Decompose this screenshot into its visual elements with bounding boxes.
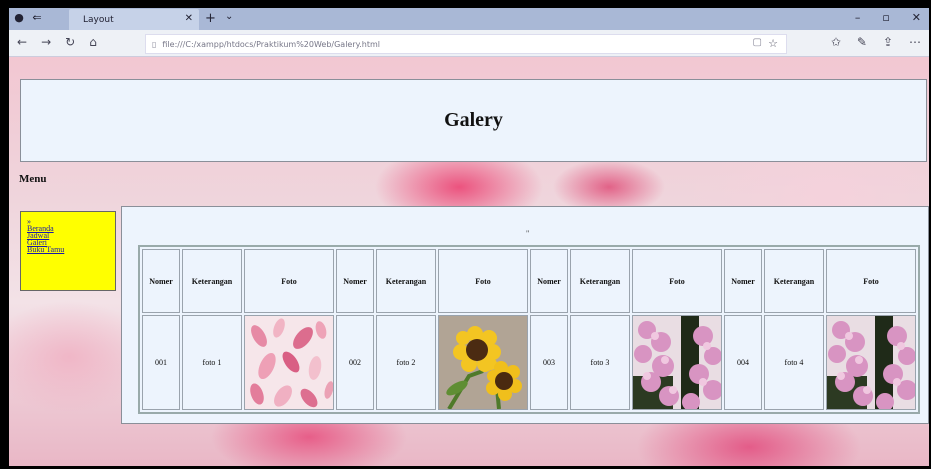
page-header: Galery — [20, 79, 927, 162]
photo-cell — [244, 315, 334, 410]
title-bar: ● ⇐ Layout ✕ + ⌄ – ▫ ✕ — [9, 8, 929, 30]
profile-icon[interactable]: ● — [13, 12, 25, 24]
header-nomer: Nomer — [530, 249, 568, 313]
photo-cell — [826, 315, 916, 410]
tab-title: Layout — [83, 14, 114, 25]
new-tab-icon[interactable]: + — [205, 11, 216, 26]
gallery-table: Nomer Keterangan Foto Nomer Keterangan F… — [138, 245, 920, 414]
photo-cell — [438, 315, 528, 410]
header-keterangan: Keterangan — [182, 249, 242, 313]
forward-icon[interactable]: → — [41, 35, 51, 49]
sunflowers-image — [439, 316, 527, 409]
header-foto: Foto — [632, 249, 722, 313]
menu-box: » Beranda Jadwal Galeri Buku Tamu — [20, 211, 116, 291]
minimize-icon[interactable]: – — [855, 11, 861, 24]
address-bar[interactable]: ▯ file:///C:/xampp/htdocs/Praktikum%20We… — [145, 34, 787, 54]
pen-icon[interactable]: ✎ — [857, 35, 867, 49]
maximize-icon[interactable]: ▫ — [882, 11, 889, 24]
refresh-icon[interactable]: ↻ — [65, 35, 75, 49]
cell-keterangan: foto 3 — [570, 315, 630, 410]
home-icon[interactable]: ⌂ — [89, 35, 97, 49]
cell-nomer: 001 — [142, 315, 180, 410]
page-icon: ▯ — [152, 39, 157, 49]
cell-nomer: 003 — [530, 315, 568, 410]
cell-keterangan: foto 1 — [182, 315, 242, 410]
menu-heading: Menu — [19, 173, 47, 185]
favorites-icon[interactable]: ✩ — [831, 35, 841, 49]
page-content: Galery Menu » Beranda Jadwal Galeri Buku… — [9, 57, 929, 466]
header-nomer: Nomer — [336, 249, 374, 313]
header-nomer: Nomer — [724, 249, 762, 313]
chevron-down-icon[interactable]: ⌄ — [225, 11, 233, 22]
cell-keterangan: foto 2 — [376, 315, 436, 410]
header-keterangan: Keterangan — [764, 249, 824, 313]
cell-nomer: 004 — [724, 315, 762, 410]
table-header-row: Nomer Keterangan Foto Nomer Keterangan F… — [142, 249, 916, 313]
photo-cell — [632, 315, 722, 410]
header-foto: Foto — [826, 249, 916, 313]
address-text: file:///C:/xampp/htdocs/Praktikum%20Web/… — [162, 39, 380, 49]
cell-nomer: 002 — [336, 315, 374, 410]
table-row: 001 foto 1 002 foto 2 003 foto 3 004 fot… — [142, 315, 916, 410]
browser-tab[interactable]: Layout ✕ — [69, 9, 199, 30]
pink-blossom-image — [633, 316, 721, 409]
page-title: Galery — [444, 109, 503, 131]
header-foto: Foto — [244, 249, 334, 313]
back-tab-icon[interactable]: ⇐ — [31, 12, 43, 24]
browser-window: ● ⇐ Layout ✕ + ⌄ – ▫ ✕ ← → ↻ ⌂ ▯ file://… — [9, 8, 929, 466]
navigation-bar: ← → ↻ ⌂ ▯ file:///C:/xampp/htdocs/Prakti… — [9, 30, 929, 57]
content-mark: " — [526, 229, 530, 238]
close-window-icon[interactable]: ✕ — [912, 11, 921, 24]
header-keterangan: Keterangan — [570, 249, 630, 313]
more-icon[interactable]: ⋯ — [909, 35, 921, 49]
pink-petals-image — [245, 316, 333, 409]
favorite-star-icon[interactable]: ☆ — [768, 37, 778, 50]
reading-view-icon[interactable]: ▢ — [753, 37, 762, 48]
cell-keterangan: foto 4 — [764, 315, 824, 410]
header-nomer: Nomer — [142, 249, 180, 313]
share-icon[interactable]: ⇪ — [883, 35, 893, 49]
header-foto: Foto — [438, 249, 528, 313]
back-icon[interactable]: ← — [17, 35, 27, 49]
gallery-panel: " Nomer Keterangan Foto Nomer Keterangan… — [121, 206, 929, 424]
pink-blossom-image — [827, 316, 915, 409]
menu-link-buku-tamu[interactable]: Buku Tamu — [27, 246, 115, 254]
header-keterangan: Keterangan — [376, 249, 436, 313]
close-tab-icon[interactable]: ✕ — [185, 13, 193, 24]
